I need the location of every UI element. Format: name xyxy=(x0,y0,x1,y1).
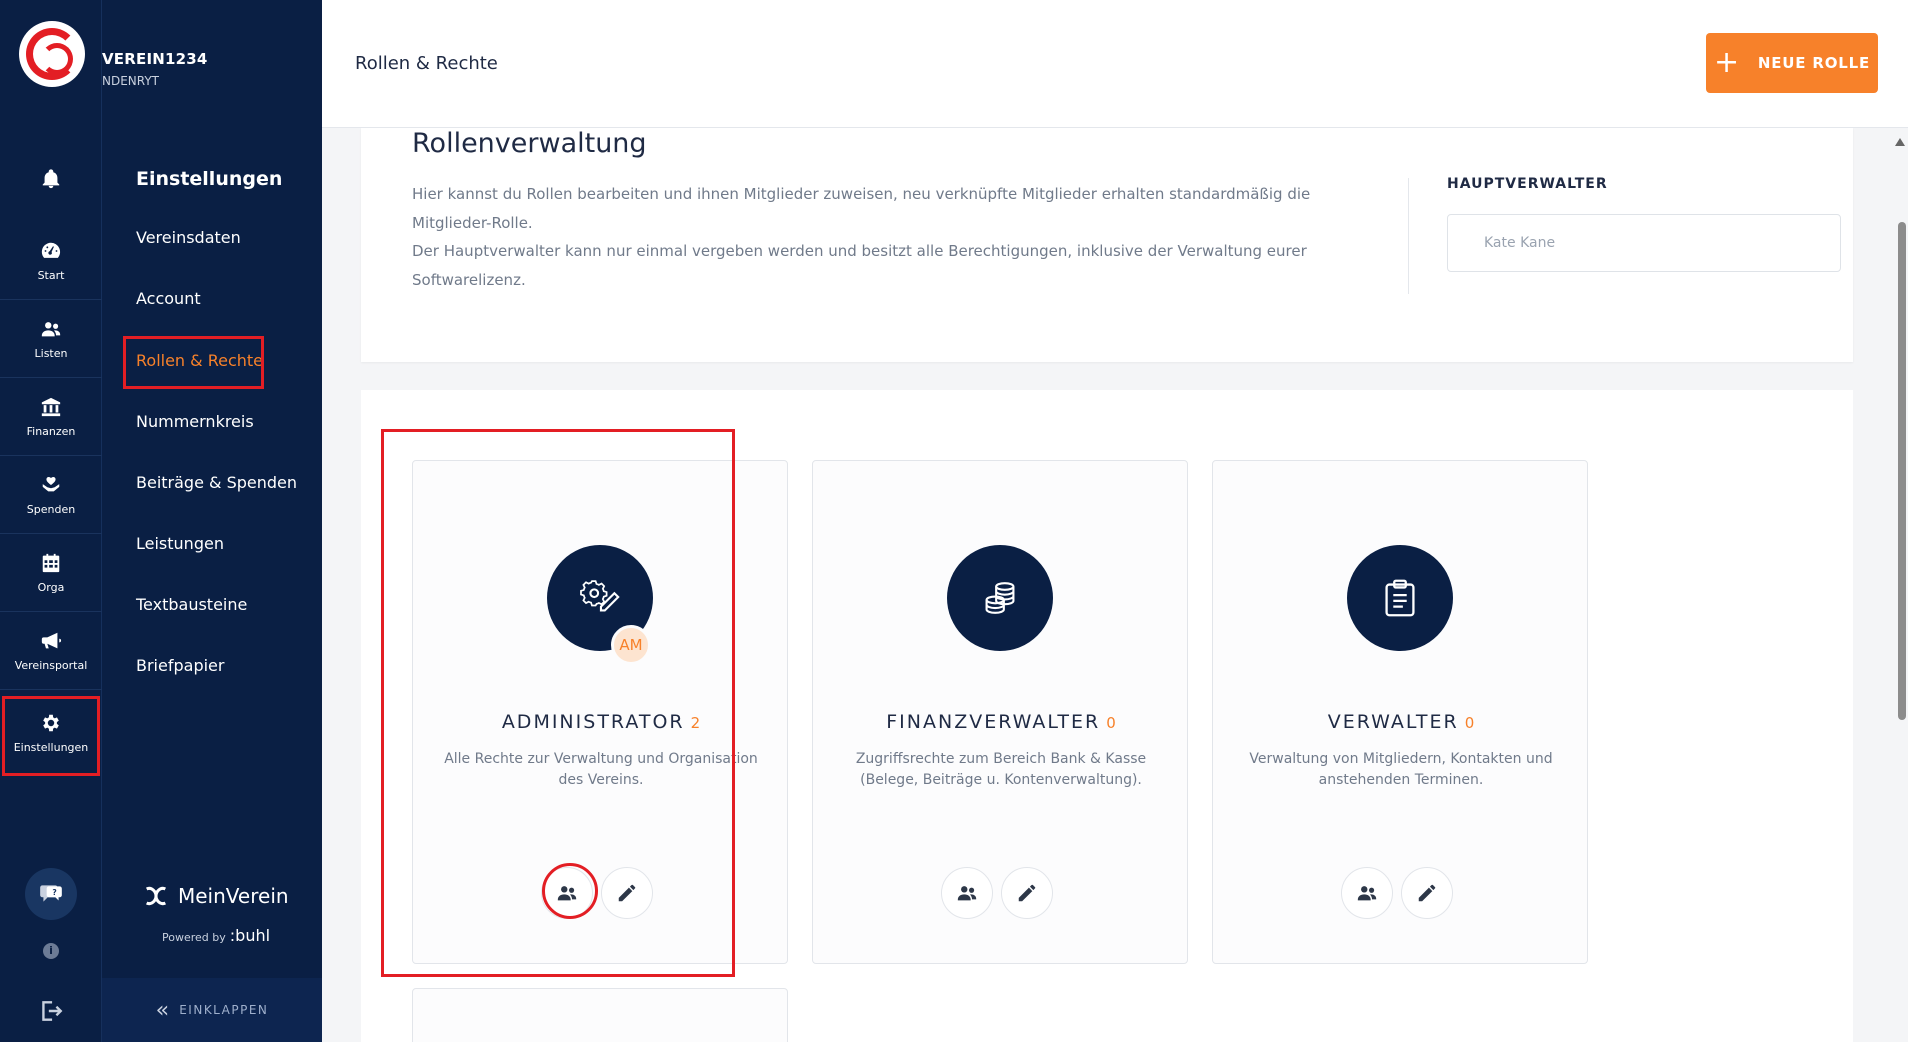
main-content: Rollenverwaltung Hier kannst du Rollen b… xyxy=(322,128,1908,1042)
role-description: Verwaltung von Mitgliedern, Kontakten un… xyxy=(1249,751,1553,788)
help-chat-icon: ? xyxy=(40,885,62,902)
pencil-icon xyxy=(1018,884,1036,902)
org-subtitle: NDENRYT xyxy=(102,74,160,88)
powered-by: Powered by:buhl xyxy=(162,926,270,945)
rail-label-finanzen: Finanzen xyxy=(26,424,76,438)
submenu-item-account[interactable]: Account xyxy=(136,289,201,308)
gauge-icon xyxy=(41,242,61,258)
rail-label-orga: Orga xyxy=(37,580,65,594)
settings-submenu: VEREIN1234 NDENRYT Einstellungen Vereins… xyxy=(102,0,322,1042)
assign-members-button[interactable] xyxy=(1341,867,1393,919)
rail-item-start[interactable]: Start xyxy=(0,222,102,300)
hauptverwalter-label: HAUPTVERWALTER xyxy=(1447,176,1608,192)
info-heading: Rollenverwaltung xyxy=(412,128,647,159)
role-icon-verwalter xyxy=(1347,545,1453,651)
submenu-item-nummernkreis[interactable]: Nummernkreis xyxy=(136,412,254,431)
svg-text:?: ? xyxy=(52,888,56,897)
submenu-item-textbausteine[interactable]: Textbausteine xyxy=(136,595,247,614)
new-role-label: NEUE ROLLE xyxy=(1757,54,1871,72)
submenu-item-vereinsdaten[interactable]: Vereinsdaten xyxy=(136,228,241,247)
hauptverwalter-field[interactable]: Kate Kane xyxy=(1447,214,1841,272)
edit-role-button[interactable] xyxy=(1401,867,1453,919)
page-title: Rollen & Rechte xyxy=(355,53,498,74)
brand-name: MeinVerein xyxy=(178,884,289,908)
rail-item-finanzen[interactable]: Finanzen xyxy=(0,378,102,456)
rail-label-vereinsportal: Vereinsportal xyxy=(14,658,88,672)
role-card-finanzverwalter[interactable]: FINANZVERWALTER 0 Zugriffsrechte zum Bere… xyxy=(812,460,1188,964)
notifications-button[interactable] xyxy=(0,140,102,218)
info-text-1: Hier kannst du Rollen bearbeiten und ihn… xyxy=(412,185,1311,232)
submenu-title: Einstellungen xyxy=(136,168,283,190)
rail-label-listen: Listen xyxy=(34,346,68,360)
collapse-button[interactable]: ‹‹ EINKLAPPEN xyxy=(102,978,322,1042)
chevrons-left-icon: ‹‹ xyxy=(155,997,169,1023)
app-logo[interactable] xyxy=(19,21,85,87)
role-member-count: 0 xyxy=(1106,714,1116,732)
rail-item-spenden[interactable]: Spenden xyxy=(0,456,102,534)
submenu-item-beitraege-spenden[interactable]: Beiträge & Spenden xyxy=(136,473,297,492)
info-text-2: Der Hauptverwalter kann nur einmal verge… xyxy=(412,242,1307,289)
info-divider xyxy=(1408,178,1409,294)
logo-mark xyxy=(26,28,78,80)
highlight-assign-members xyxy=(542,863,598,919)
highlight-rail-einstellungen xyxy=(2,696,100,776)
calendar-icon xyxy=(42,553,60,572)
users-icon xyxy=(957,886,977,901)
users-icon xyxy=(41,321,61,336)
pencil-icon xyxy=(1418,884,1436,902)
role-member-count: 0 xyxy=(1464,714,1475,732)
org-name: VEREIN1234 xyxy=(102,50,208,68)
rail-item-vereinsportal[interactable]: Vereinsportal xyxy=(0,612,102,690)
info-text: Hier kannst du Rollen bearbeiten und ihn… xyxy=(412,180,1312,294)
megaphone-icon xyxy=(41,632,62,648)
help-button[interactable]: ? xyxy=(25,868,77,920)
scrollbar-thumb[interactable] xyxy=(1898,222,1906,720)
new-role-button[interactable]: + NEUE ROLLE xyxy=(1706,33,1878,93)
assign-members-button[interactable] xyxy=(941,867,993,919)
highlight-rollen-rechte xyxy=(123,336,264,389)
collapse-label: EINKLAPPEN xyxy=(179,1003,269,1017)
info-icon[interactable]: i xyxy=(43,943,59,959)
top-bar: Rollen & Rechte + NEUE ROLLE xyxy=(322,0,1908,128)
submenu-item-leistungen[interactable]: Leistungen xyxy=(136,534,224,553)
role-card-verwalter[interactable]: VERWALTER 0 Verwaltung von Mitgliedern, K… xyxy=(1212,460,1588,964)
role-actions xyxy=(941,867,1053,919)
users-icon xyxy=(1357,886,1377,901)
rail-label-spenden: Spenden xyxy=(26,502,76,516)
rail-item-orga[interactable]: Orga xyxy=(0,534,102,612)
clipboard-icon xyxy=(1385,579,1415,617)
logout-button[interactable] xyxy=(38,998,64,1024)
buhl-brand: :buhl xyxy=(229,926,271,945)
role-title: FINANZVERWALTER xyxy=(886,711,1101,733)
scroll-up-arrow[interactable] xyxy=(1895,138,1905,146)
rail-item-listen[interactable]: Listen xyxy=(0,300,102,378)
bank-icon xyxy=(41,397,61,416)
edit-role-button[interactable] xyxy=(1001,867,1053,919)
brand-logo: MeinVerein xyxy=(142,882,289,910)
meinverein-logo-icon xyxy=(145,886,167,906)
rail-label-start: Start xyxy=(37,268,65,282)
role-title: VERWALTER xyxy=(1327,711,1459,733)
role-icon-finanzverwalter xyxy=(947,545,1053,651)
powered-by-text: Powered by xyxy=(162,931,226,944)
role-description: Zugriffsrechte zum Bereich Bank & Kasse … xyxy=(855,751,1147,788)
role-actions xyxy=(1341,867,1453,919)
heart-hand-icon xyxy=(42,476,60,491)
role-name-verwalter: VERWALTER 0 xyxy=(1213,711,1589,733)
role-card-partial[interactable] xyxy=(412,988,788,1042)
info-card: Rollenverwaltung Hier kannst du Rollen b… xyxy=(361,128,1853,362)
plus-icon: + xyxy=(1713,45,1740,80)
bell-icon xyxy=(42,169,60,189)
app: Start Listen Finanzen Spenden Orga Verei… xyxy=(0,0,1908,1042)
icon-rail: Start Listen Finanzen Spenden Orga Verei… xyxy=(0,0,102,1042)
coins-icon xyxy=(985,582,1015,614)
logout-icon xyxy=(42,1001,63,1021)
submenu-item-briefpapier[interactable]: Briefpapier xyxy=(136,656,224,675)
role-name-finanzverwalter: FINANZVERWALTER 0 xyxy=(813,711,1189,733)
